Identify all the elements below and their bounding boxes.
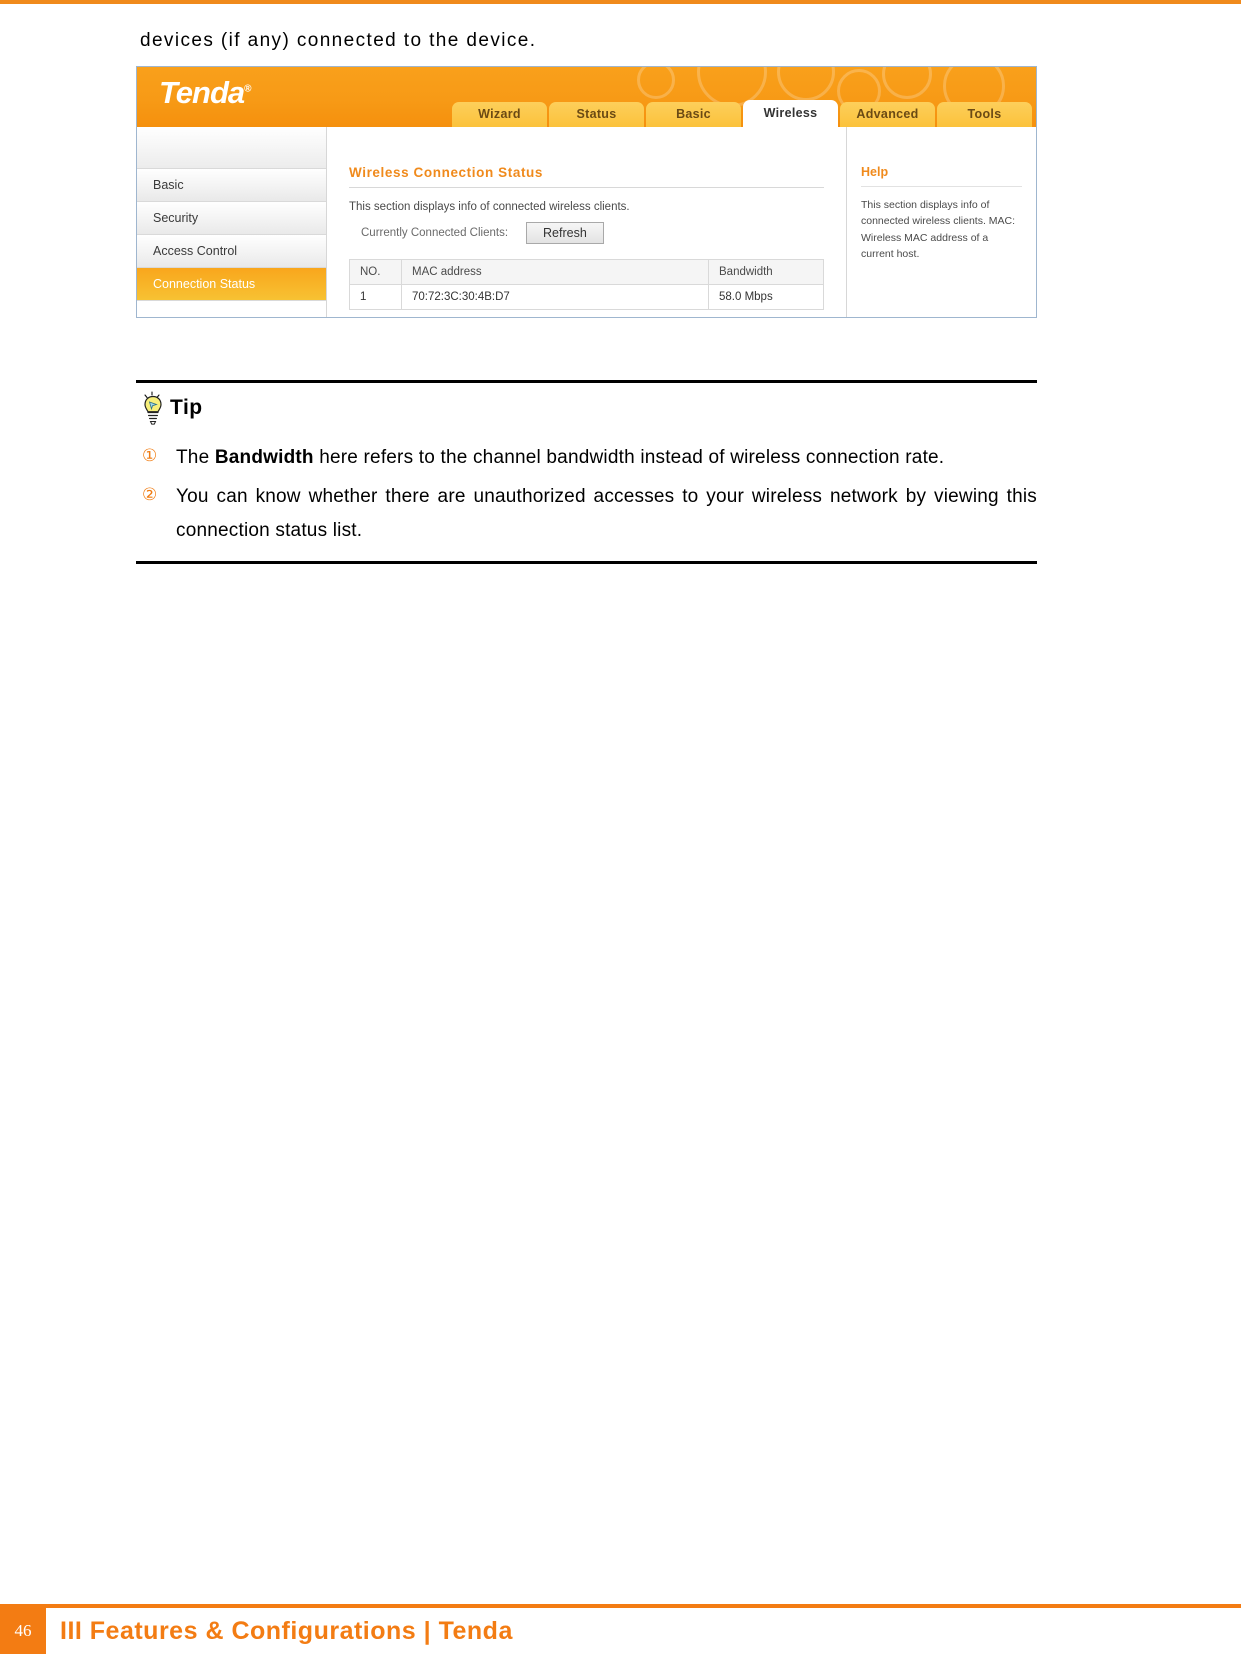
tip-marker-1: ①	[142, 446, 158, 465]
tip-text-2: You can know whether there are unauthori…	[176, 480, 1037, 547]
tab-basic[interactable]: Basic	[646, 102, 741, 127]
router-body: Basic Security Access Control Connection…	[137, 127, 1036, 317]
connected-clients-row: Currently Connected Clients: Refresh	[349, 222, 824, 244]
router-admin-screenshot: Tenda® Wizard Status Basic Wireless Adva…	[136, 66, 1037, 318]
cell-no: 1	[349, 284, 402, 310]
tip-text-1-prefix: The	[176, 447, 215, 468]
intro-paragraph: devices (if any) connected to the device…	[140, 30, 537, 51]
sidebar-item-basic[interactable]: Basic	[137, 169, 326, 202]
page-footer: 46 III Features & Configurations | Tenda	[0, 1604, 1241, 1654]
footer-bar: 46 III Features & Configurations | Tenda	[0, 1608, 1241, 1654]
router-main-panel: Wireless Connection Status This section …	[327, 127, 846, 317]
table-header-row: NO. MAC address Bandwidth	[349, 259, 824, 285]
tip-text-2-suffix: You can know whether there are unauthori…	[176, 486, 1037, 541]
column-header-no: NO.	[349, 259, 402, 285]
tip-item-1: ① The Bandwidth here refers to the chann…	[136, 441, 1037, 474]
cell-bandwidth: 58.0 Mbps	[708, 284, 824, 310]
section-divider	[349, 187, 824, 188]
tab-tools[interactable]: Tools	[937, 102, 1032, 127]
trademark-icon: ®	[244, 83, 251, 95]
tip-label: Tip	[170, 396, 203, 419]
column-header-mac: MAC address	[401, 259, 709, 285]
tab-wizard[interactable]: Wizard	[452, 102, 547, 127]
section-title: Wireless Connection Status	[349, 165, 544, 180]
table-row: 1 70:72:3C:30:4B:D7 58.0 Mbps	[349, 284, 824, 310]
tip-item-2: ② You can know whether there are unautho…	[136, 480, 1037, 547]
section-description: This section displays info of connected …	[349, 201, 630, 213]
sidebar-item-access-control[interactable]: Access Control	[137, 235, 326, 268]
tab-status[interactable]: Status	[549, 102, 644, 127]
footer-title: III Features & Configurations | Tenda	[60, 1616, 513, 1645]
tip-bottom-rule	[136, 560, 1037, 564]
help-text: This section displays info of connected …	[861, 199, 1016, 260]
lightbulb-icon	[140, 391, 166, 425]
router-header-banner: Tenda® Wizard Status Basic Wireless Adva…	[137, 67, 1036, 127]
page-number: 46	[0, 1608, 46, 1654]
table-head: NO. MAC address Bandwidth	[349, 259, 824, 285]
refresh-button[interactable]: Refresh	[526, 222, 604, 244]
help-title: Help	[861, 165, 889, 179]
column-header-bandwidth: Bandwidth	[708, 259, 824, 285]
tenda-logo-text: Tenda	[159, 75, 245, 110]
cell-mac-address: 70:72:3C:30:4B:D7	[401, 284, 709, 310]
tab-wireless[interactable]: Wireless	[743, 100, 838, 127]
tip-top-rule	[136, 380, 1037, 383]
router-sidebar: Basic Security Access Control Connection…	[137, 127, 327, 317]
router-help-panel: Help This section displays info of conne…	[846, 127, 1036, 317]
router-nav-tabs: Wizard Status Basic Wireless Advanced To…	[452, 100, 1036, 127]
tip-text-1-bold: Bandwidth	[214, 447, 314, 468]
tenda-logo: Tenda®	[159, 75, 252, 111]
decorative-bubble	[777, 67, 835, 101]
table-body: 1 70:72:3C:30:4B:D7 58.0 Mbps	[349, 284, 824, 310]
sidebar-item-security[interactable]: Security	[137, 202, 326, 235]
help-divider	[861, 186, 1022, 187]
tab-advanced[interactable]: Advanced	[840, 102, 935, 127]
decorative-bubble	[637, 67, 675, 99]
tip-heading: Tip	[140, 391, 1037, 425]
connected-clients-table: NO. MAC address Bandwidth 1 70:72:3C:30:…	[349, 259, 824, 310]
tip-text-1-suffix: here refers to the channel bandwidth ins…	[313, 447, 945, 468]
tip-text-1: The Bandwidth here refers to the channel…	[176, 441, 1037, 474]
tip-block: Tip ① The Bandwidth here refers to the c…	[136, 380, 1037, 564]
sidebar-item-connection-status[interactable]: Connection Status	[137, 268, 326, 301]
sidebar-spacer	[137, 127, 326, 169]
decorative-bubble	[882, 67, 932, 99]
connected-clients-label: Currently Connected Clients:	[361, 227, 509, 239]
tip-marker-2: ②	[142, 485, 158, 505]
page-content: devices (if any) connected to the device…	[0, 30, 1241, 564]
page-top-rule	[0, 0, 1241, 4]
